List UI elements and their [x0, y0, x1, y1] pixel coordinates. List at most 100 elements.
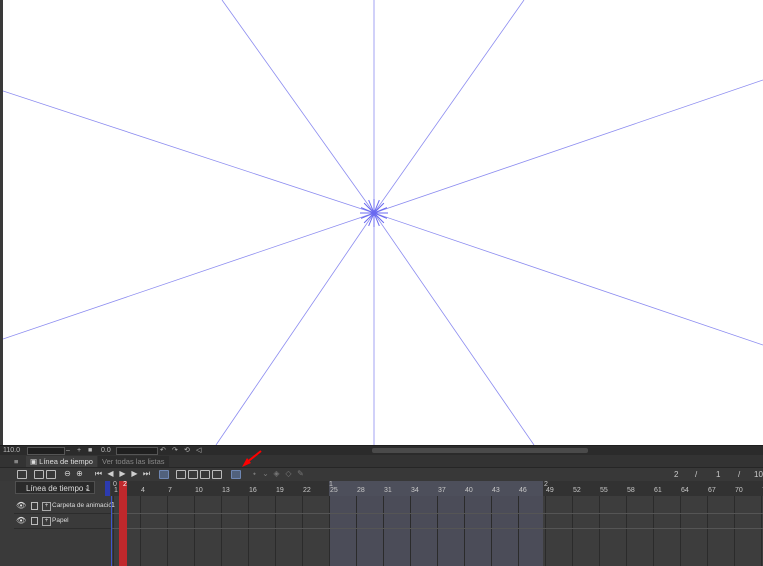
current-frame: 2 — [674, 470, 679, 479]
zoom-in-timeline-icon[interactable]: ⊕ — [75, 469, 84, 479]
guide-ray — [373, 212, 763, 346]
playhead-line — [119, 496, 127, 566]
tab-other[interactable]: Ver todas las listas — [98, 456, 169, 467]
frame-tick-label: 13 — [222, 487, 230, 494]
next-frame-icon[interactable]: ▶ — [130, 469, 139, 479]
pen-icon[interactable]: ✎ — [296, 469, 305, 479]
loop-icon[interactable] — [159, 470, 169, 479]
layer-name: Carpeta de animación — [52, 502, 112, 509]
fit-icon[interactable]: ■ — [88, 446, 92, 455]
frame-grid[interactable]: 1 2 — [111, 496, 763, 566]
rotate-right-icon[interactable]: ↷ — [172, 446, 178, 455]
frame-tick-label: 46 — [519, 487, 527, 494]
enable-onion-skin-icon[interactable] — [231, 470, 241, 479]
perspective-guide-lines — [0, 0, 763, 445]
keyframe-interp-icon[interactable]: ◈ — [272, 469, 281, 479]
folder-icon — [31, 502, 38, 510]
onion-skin-icon[interactable] — [212, 470, 222, 479]
frame-tick-label: 28 — [357, 487, 365, 494]
start-marker[interactable] — [105, 481, 110, 496]
rotate-slider[interactable] — [116, 447, 158, 455]
frame-tick-label: 67 — [708, 487, 716, 494]
prev-frame-icon[interactable]: ◀ — [106, 469, 115, 479]
new-timeline-icon[interactable] — [17, 470, 27, 479]
rotate-left-icon[interactable]: ↶ — [160, 446, 166, 455]
expand-icon[interactable]: + — [42, 502, 51, 511]
frame-tick-label: 55 — [600, 487, 608, 494]
frame-tick-label: 10 — [195, 487, 203, 494]
frame-tick-label: 43 — [492, 487, 500, 494]
frame-tick-label: 61 — [654, 487, 662, 494]
layer-row-paper[interactable]: 👁 + Papel — [14, 514, 111, 529]
new-cel-icon[interactable] — [176, 470, 186, 479]
last-frame-icon[interactable]: ⏭ — [142, 469, 151, 479]
frame-tick-label: 7 — [168, 487, 172, 494]
reset-rotation-icon[interactable]: ⟲ — [184, 446, 190, 455]
timeline-panel: ≡ ▣ Línea de tiempo Ver todas las listas… — [0, 455, 763, 566]
chevron-down-icon[interactable]: ⌄ — [261, 469, 270, 479]
guide-ray — [373, 79, 763, 214]
guide-ray — [221, 0, 375, 214]
chevron-down-icon: ⌄ — [84, 485, 90, 492]
frame-tick-label: 19 — [276, 487, 284, 494]
guide-ray — [373, 212, 535, 445]
play-icon[interactable]: ▶ — [118, 469, 127, 479]
layer-row-animation-folder[interactable]: 👁 + Carpeta de animación — [14, 499, 112, 514]
zoom-in-icon[interactable]: + — [77, 446, 81, 455]
layer-name: Papel — [52, 517, 69, 524]
frame-tick-label: 16 — [249, 487, 257, 494]
drawing-canvas[interactable] — [0, 0, 763, 445]
frame-tick-label: 4 — [141, 487, 145, 494]
new-animation-folder-icon[interactable] — [46, 470, 56, 479]
guide-ray — [215, 212, 375, 445]
first-frame-icon[interactable]: ⏮ — [94, 469, 103, 479]
timeline-dropdown[interactable]: Línea de tiempo 1 ⌄ — [15, 481, 95, 494]
panel-header: ≡ ▣ Línea de tiempo Ver todas las listas — [0, 455, 763, 468]
flip-icon[interactable]: ◁ — [196, 446, 201, 455]
panel-menu-icon[interactable]: ≡ — [14, 456, 18, 467]
frame-tick-label: 52 — [573, 487, 581, 494]
track-animation-folder[interactable]: 1 2 — [111, 499, 763, 514]
separator: / — [695, 470, 698, 479]
tab-timeline[interactable]: ▣ Línea de tiempo — [26, 456, 97, 467]
frame-tick-label: 49 — [546, 487, 554, 494]
timeline-toolbar: ⊖ ⊕ ⏮ ◀ ▶ ▶ ⏭ ⬩ ⌄ ◈ ◇ ✎ 2 / 1 / 10 — [0, 468, 763, 481]
timeline-settings-icon[interactable] — [34, 470, 44, 479]
timeline-tab-icon: ▣ — [30, 457, 40, 466]
specify-cel-icon[interactable] — [188, 470, 198, 479]
keyframe-icon[interactable]: ⬩ — [250, 469, 259, 479]
track-paper[interactable] — [111, 514, 763, 529]
frame-tick-label: 34 — [411, 487, 419, 494]
delete-cel-icon[interactable] — [200, 470, 210, 479]
guide-ray — [0, 89, 375, 214]
separator: / — [738, 470, 741, 479]
horizontal-scrollbar[interactable] — [372, 448, 588, 453]
eye-icon[interactable]: 👁 — [16, 499, 26, 513]
frame-tick-label: 25 — [330, 487, 338, 494]
layer-list: 👁 + Carpeta de animación 👁 + Papel — [14, 496, 112, 566]
start-line — [111, 496, 112, 566]
status-bar: 110.0 – + ■ 0.0 ↶ ↷ ⟲ ◁ — [0, 445, 763, 455]
total-frames: 10 — [754, 470, 763, 479]
canvas-edge — [0, 0, 3, 445]
frame-tick-label: 40 — [465, 487, 473, 494]
eye-icon[interactable]: 👁 — [16, 514, 26, 528]
zoom-value[interactable]: 110.0 — [3, 446, 20, 455]
zoom-out-timeline-icon[interactable]: ⊖ — [63, 469, 72, 479]
angle-value[interactable]: 0.0 — [101, 446, 111, 455]
guide-ray — [0, 212, 375, 341]
frame-tick-label: 31 — [384, 487, 392, 494]
frame-tick-label: 1 — [114, 487, 118, 494]
frame-tick-label: 70 — [735, 487, 743, 494]
keyframe-type-icon[interactable]: ◇ — [284, 469, 293, 479]
frame-rate: 1 — [716, 470, 721, 479]
frame-tick-label: 58 — [627, 487, 635, 494]
playhead-label: 2 — [123, 481, 127, 488]
frame-tick-label: 37 — [438, 487, 446, 494]
zoom-slider[interactable] — [27, 447, 65, 455]
paper-icon — [31, 517, 38, 525]
frame-tick-label: 64 — [681, 487, 689, 494]
frame-ruler[interactable]: 0 2 1 2 1 4 7 10 13 16 19 22 25 28 31 34 37 40 43 46 49 5… — [105, 481, 763, 496]
expand-icon[interactable]: + — [42, 517, 51, 526]
zoom-out-icon[interactable]: – — [66, 446, 70, 455]
